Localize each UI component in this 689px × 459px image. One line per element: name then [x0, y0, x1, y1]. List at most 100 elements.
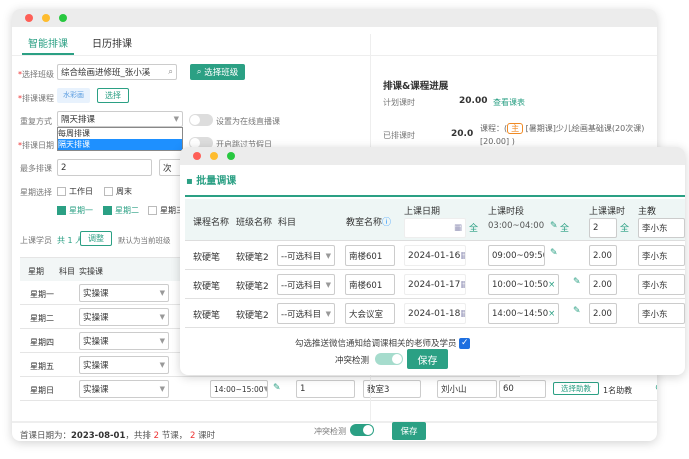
notify-checkbox[interactable]: ✓ — [459, 338, 471, 349]
clear-icon[interactable]: × — [548, 309, 555, 319]
date-apply-all[interactable]: 全 — [469, 221, 478, 234]
date-input[interactable]: 2024-01-17▦ — [404, 274, 466, 295]
weekend-checkbox[interactable]: 周末 — [104, 186, 132, 197]
close-icon[interactable] — [25, 14, 33, 22]
room-input[interactable]: 南楼601 — [345, 245, 395, 266]
subject-select[interactable]: 实操课 ▼ — [79, 308, 169, 326]
date-all-input[interactable]: ▦ — [404, 218, 466, 238]
repeat-label: 重复方式 — [20, 117, 52, 126]
time-input[interactable]: 09:00~09:50 — [488, 245, 545, 266]
room-input[interactable]: 南楼601 — [345, 274, 395, 295]
subject-select[interactable]: 实操课 ▼ — [79, 332, 169, 350]
hours-input[interactable]: 2.00 — [589, 303, 617, 324]
edit-icon[interactable]: ✎ — [550, 248, 558, 258]
time-input[interactable]: 10:00~10:50 × — [488, 274, 559, 295]
choose-course-button[interactable]: 选择 — [97, 88, 129, 103]
clear-icon[interactable]: × — [548, 280, 555, 290]
header-course: 课程名称 — [193, 218, 230, 228]
footer-divider — [12, 421, 657, 423]
chevron-down-icon: ▼ — [159, 337, 165, 345]
tab-smart[interactable]: 智能排课 — [22, 35, 74, 55]
subject-select[interactable]: 实操课 ▼ — [79, 356, 169, 374]
header-subject-select[interactable]: 实操课 — [79, 266, 103, 277]
footer-save-button[interactable]: 保存 — [392, 422, 426, 440]
dialog-title-bar — [180, 147, 685, 165]
time-select[interactable]: 14:00~15:00▼ — [210, 380, 268, 398]
header-class: 班级名称 — [236, 218, 273, 228]
header-day: 星期 — [28, 267, 44, 276]
view-schedule-link[interactable]: 查看课表 — [493, 97, 525, 108]
class-cell: 软硬笔2 — [236, 282, 269, 292]
time-input[interactable]: 14:00~14:50 × — [488, 303, 559, 324]
dialog-row: 软硬笔 软硬笔2 --可选科目▼ 大会议室 2024-01-18▦ 14:00~… — [185, 299, 685, 328]
repeat-dropdown: 每周排课 隔天排课 — [57, 127, 183, 151]
class-cell: 软硬笔2 — [236, 253, 269, 263]
subject-select[interactable]: --可选科目 ▼ — [277, 245, 335, 266]
teacher-input[interactable]: 刘小山 — [437, 380, 497, 398]
class-input[interactable]: 综合绘画进修班_张小溪 ⌕ — [57, 64, 177, 80]
chevron-down-icon: ▼ — [325, 309, 331, 318]
chevron-down-icon: ▼ — [159, 385, 165, 393]
time-apply-all[interactable]: 全 — [560, 221, 569, 234]
hours-apply-all[interactable]: 全 — [620, 221, 629, 234]
close-icon[interactable] — [193, 152, 201, 160]
calendar-icon: ▦ — [460, 251, 465, 261]
repeat-select[interactable]: 隔天排课 ▼ — [57, 111, 183, 127]
workday-checkbox[interactable]: 工作日 — [57, 186, 93, 197]
subject-select[interactable]: --可选科目 ▼ — [277, 303, 335, 324]
capacity-input[interactable]: 60 — [499, 380, 546, 398]
edit-icon[interactable]: ✎ — [573, 306, 581, 316]
minimize-icon[interactable] — [42, 14, 50, 22]
course-cell: 软硬笔 — [193, 253, 221, 263]
day-cell: 星期一 — [30, 290, 54, 299]
time-edit-icon[interactable]: ✎ — [550, 221, 558, 231]
maximize-icon[interactable] — [59, 14, 67, 22]
conflict-toggle[interactable] — [375, 353, 403, 365]
header-teacher: 主教 — [638, 207, 657, 217]
wednesday-checkbox[interactable]: 星期三 — [148, 205, 184, 216]
footer-conflict-toggle[interactable] — [350, 424, 374, 436]
option-alternate[interactable]: 隔天排课 — [58, 139, 182, 150]
max-label: 最多排课 — [20, 164, 52, 173]
hours-all-input[interactable]: 2 — [589, 218, 617, 238]
tuesday-checkbox[interactable]: 星期二 — [103, 205, 139, 216]
conflict-label: 冲突检测 — [335, 356, 370, 366]
day-cell: 星期日 — [30, 386, 54, 395]
edit-icon[interactable]: ✎ — [573, 277, 581, 287]
teacher-input[interactable]: 李小东 — [638, 303, 685, 324]
hours-input[interactable]: 2.00 — [589, 245, 617, 266]
edit-icon[interactable]: ✎ — [273, 383, 281, 393]
select-class-button[interactable]: ⌕ 选择班级 — [190, 64, 245, 80]
dialog-save-button[interactable]: 保存 — [407, 349, 448, 369]
teacher-all-input[interactable]: 李小东 — [638, 218, 685, 238]
header-subject: 科目 — [59, 267, 75, 276]
hours-input[interactable]: 2.00 — [589, 274, 617, 295]
header-room: 教室名称ⓘ — [346, 218, 392, 228]
subject-select[interactable]: --可选科目 ▼ — [277, 274, 335, 295]
adjust-button[interactable]: 调整 — [80, 231, 112, 246]
batch-adjust-dialog: ▪ 批量调课 课程名称 班级名称 科目 教室名称ⓘ 上课日期 ▦ 全 上课时段 … — [180, 147, 685, 375]
hours-input[interactable]: 1 — [296, 380, 355, 398]
help-icon[interactable]: ⓘ — [382, 218, 391, 228]
date-label: *排课日期 — [18, 141, 54, 150]
option-weekly[interactable]: 每周排课 — [58, 128, 182, 139]
tab-calendar[interactable]: 日历排课 — [92, 35, 132, 50]
room-input[interactable]: 大会议室 — [345, 303, 395, 324]
select-assistant-button[interactable]: 选择助教 — [553, 382, 599, 395]
room-input[interactable]: 教室3 — [363, 380, 421, 398]
minimize-icon[interactable] — [210, 152, 218, 160]
teacher-input[interactable]: 李小东 — [638, 274, 685, 295]
monday-checkbox[interactable]: 星期一 — [57, 205, 93, 216]
subject-select[interactable]: 实操课 ▼ — [79, 284, 169, 302]
planned-label: 计划课时 — [383, 98, 415, 107]
subject-select[interactable]: 实操课 ▼ — [79, 380, 169, 398]
title-underline — [185, 195, 685, 197]
chevron-down-icon: ▼ — [173, 115, 179, 123]
add-icon[interactable]: ⊕ — [655, 383, 657, 393]
maximize-icon[interactable] — [227, 152, 235, 160]
date-input[interactable]: 2024-01-16▦ — [404, 245, 466, 266]
max-input[interactable]: 2 — [57, 159, 152, 176]
online-toggle[interactable] — [189, 114, 213, 126]
date-input[interactable]: 2024-01-18▦ — [404, 303, 466, 324]
teacher-input[interactable]: 李小东 — [638, 245, 685, 266]
